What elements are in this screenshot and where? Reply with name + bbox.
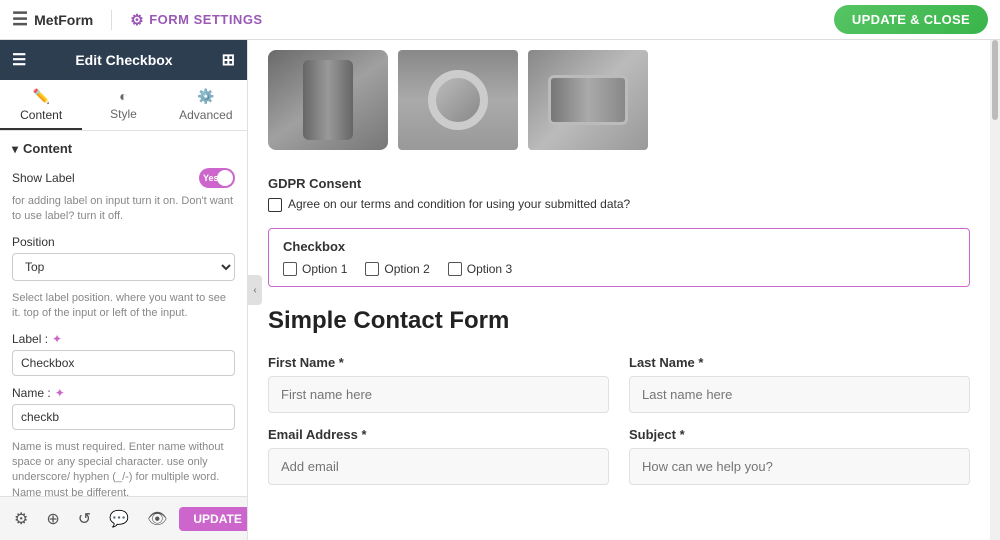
topbar-logo: ☰ MetForm [12, 9, 93, 30]
topbar: ☰ MetForm ⚙ FORM SETTINGS UPDATE & CLOSE [0, 0, 1000, 40]
update-close-button[interactable]: UPDATE & CLOSE [834, 5, 988, 34]
topbar-left: ☰ MetForm ⚙ FORM SETTINGS [12, 9, 263, 30]
history-footer-icon[interactable]: ↺ [72, 505, 97, 533]
name-field-group: Name : ✦ [12, 386, 235, 430]
collapse-handle[interactable]: ‹ [248, 275, 262, 305]
cb-box-1[interactable] [283, 262, 297, 276]
hamburger-icon[interactable]: ☰ [12, 50, 26, 70]
gdpr-checkbox[interactable] [268, 198, 282, 212]
name-hint: Name is must required. Enter name withou… [12, 440, 235, 496]
show-label-hint: for adding label on input turn it on. Do… [12, 194, 235, 225]
last-name-label: Last Name * [629, 355, 970, 370]
form-row-2: Email Address * Subject * [268, 427, 970, 485]
sidebar-tabs: ✏️ Content ◐ Style ⚙️ Advanced [0, 80, 247, 131]
scrollbar-track [990, 40, 1000, 540]
gdpr-row: Agree on our terms and condition for usi… [268, 197, 970, 212]
cb-box-3[interactable] [448, 262, 462, 276]
product-images [268, 40, 970, 160]
position-hint: Select label position. where you want to… [12, 291, 235, 322]
sidebar-footer: ⚙ ⊕ ↺ 💬 👁 UPDATE ▲ [0, 496, 247, 540]
label-field-label-row: Label : ✦ [12, 332, 235, 346]
checkbox-option-1-label: Option 1 [302, 262, 347, 276]
label-field-group: Label : ✦ [12, 332, 235, 376]
checkbox-option-3-label: Option 3 [467, 262, 512, 276]
position-label: Position [12, 235, 235, 249]
cb-box-2[interactable] [365, 262, 379, 276]
show-label-text: Show Label [12, 171, 75, 185]
gdpr-title: GDPR Consent [268, 176, 970, 191]
email-input[interactable] [268, 448, 609, 485]
form-area: GDPR Consent Agree on our terms and cond… [248, 40, 990, 519]
checkbox-option-3: Option 3 [448, 262, 512, 276]
subject-col: Subject * [629, 427, 970, 485]
form-row-1: First Name * Last Name * [268, 355, 970, 413]
content-tab-icon: ✏️ [32, 88, 49, 105]
tab-content-label: Content [20, 108, 62, 122]
grid-icon[interactable]: ⊞ [222, 50, 235, 70]
email-label: Email Address * [268, 427, 609, 442]
main-content: ‹ GDPR Consent [248, 40, 1000, 540]
checkbox-option-2: Option 2 [365, 262, 429, 276]
name-field-label-row: Name : ✦ [12, 386, 235, 400]
gear-icon: ⚙ [130, 11, 144, 29]
last-name-col: Last Name * [629, 355, 970, 413]
tab-style-label: Style [110, 107, 137, 121]
name-spark-icon: ✦ [55, 386, 65, 400]
topbar-form-settings[interactable]: ⚙ FORM SETTINGS [130, 11, 262, 29]
main-layout: ☰ Edit Checkbox ⊞ ✏️ Content ◐ Style ⚙️ … [0, 40, 1000, 540]
first-name-col: First Name * [268, 355, 609, 413]
subject-label: Subject * [629, 427, 970, 442]
settings-footer-icon[interactable]: ⚙ [8, 505, 34, 533]
scrollbar-thumb[interactable] [992, 40, 998, 120]
logo-icon: ☰ [12, 9, 28, 30]
comment-footer-icon[interactable]: 💬 [103, 505, 135, 533]
show-label-toggle[interactable] [199, 168, 235, 188]
tab-advanced-label: Advanced [179, 108, 232, 122]
subject-input[interactable] [629, 448, 970, 485]
checkbox-option-2-label: Option 2 [384, 262, 429, 276]
advanced-tab-icon: ⚙️ [197, 88, 214, 105]
label-field-label: Label : [12, 332, 48, 346]
position-select[interactable]: Top Left Right [12, 253, 235, 281]
position-group: Position Top Left Right [12, 235, 235, 281]
content-section-title: Content [12, 141, 235, 156]
form-settings-label: FORM SETTINGS [149, 12, 262, 27]
checkbox-options: Option 1 Option 2 Option 3 [283, 262, 955, 276]
first-name-label: First Name * [268, 355, 609, 370]
product-image-2 [398, 50, 518, 150]
name-field-input[interactable] [12, 404, 235, 430]
logo-label: MetForm [34, 12, 93, 28]
style-tab-icon: ◐ [119, 88, 127, 104]
show-label-row: Show Label [12, 168, 235, 188]
spark-icon: ✦ [52, 332, 62, 346]
checkbox-option-1: Option 1 [283, 262, 347, 276]
tab-content[interactable]: ✏️ Content [0, 80, 82, 130]
tab-advanced[interactable]: ⚙️ Advanced [165, 80, 247, 130]
checkbox-section: Checkbox Option 1 Option 2 Option 3 [268, 228, 970, 287]
sidebar-title: Edit Checkbox [75, 52, 172, 68]
email-col: Email Address * [268, 427, 609, 485]
first-name-input[interactable] [268, 376, 609, 413]
label-field-input[interactable] [12, 350, 235, 376]
layers-footer-icon[interactable]: ⊕ [40, 505, 65, 533]
gdpr-section: GDPR Consent Agree on our terms and cond… [268, 176, 970, 212]
sidebar-body: Content Show Label for adding label on i… [0, 131, 247, 496]
sidebar: ☰ Edit Checkbox ⊞ ✏️ Content ◐ Style ⚙️ … [0, 40, 248, 540]
name-field-label: Name : [12, 386, 51, 400]
last-name-input[interactable] [629, 376, 970, 413]
form-title: Simple Contact Form [268, 307, 970, 335]
eye-footer-icon[interactable]: 👁 [141, 505, 173, 533]
sidebar-header: ☰ Edit Checkbox ⊞ [0, 40, 247, 80]
update-button[interactable]: UPDATE [179, 507, 248, 531]
tab-style[interactable]: ◐ Style [82, 80, 164, 130]
checkbox-section-title: Checkbox [283, 239, 955, 254]
gdpr-text: Agree on our terms and condition for usi… [288, 197, 630, 211]
product-image-1 [268, 50, 388, 150]
product-image-3 [528, 50, 648, 150]
